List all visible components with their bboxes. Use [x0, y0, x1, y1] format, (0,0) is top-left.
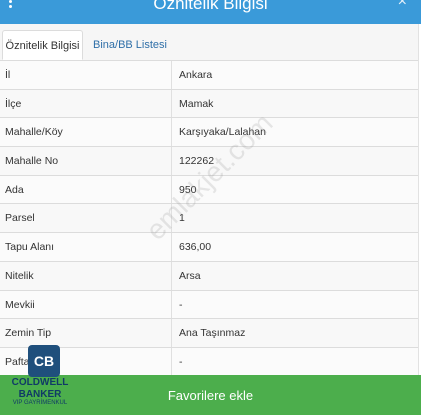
tab-building-list[interactable]: Bina/BB Listesi — [93, 30, 167, 60]
table-row: Mevkii - — [0, 290, 418, 320]
row-value: 636,00 — [179, 241, 212, 254]
tab-attribute-info[interactable]: Öznitelik Bilgisi — [2, 30, 83, 60]
table-row: Zemin Tip Ana Taşınmaz — [0, 319, 418, 348]
close-icon[interactable]: × — [398, 0, 407, 10]
table-row: Mahalle No 122262 — [0, 147, 418, 176]
row-value: 1 — [179, 212, 185, 225]
row-key: Zemin Tip — [5, 327, 52, 340]
table-row: Nitelik Arsa — [0, 261, 418, 291]
row-value: - — [179, 298, 183, 311]
row-key: Nitelik — [5, 269, 34, 282]
table-row: İl Ankara — [0, 61, 418, 90]
page-title: Öznitelik Bilgisi — [153, 0, 268, 13]
row-key: İl — [5, 69, 11, 81]
table-row: Parsel 1 — [0, 204, 418, 234]
top-header: Öznitelik Bilgisi × — [0, 0, 421, 24]
row-key: Parsel — [5, 212, 35, 225]
table-row: Mahalle/Köy Karşıyaka/Lalahan — [0, 118, 418, 148]
row-key: Ada — [5, 183, 24, 196]
row-key: Mahalle/Köy — [5, 126, 63, 139]
logo-badge: CB — [28, 345, 60, 377]
row-value: Ana Taşınmaz — [179, 327, 246, 340]
row-value: Karşıyaka/Lalahan — [179, 126, 266, 139]
brand-logo: CB COLDWELL BANKER VIP GAYRİMENKUL — [4, 345, 76, 407]
attribute-table: İl Ankara İlçe Mamak Mahalle/Köy Karşıyaka/… — [0, 61, 418, 377]
attribute-panel: Öznitelik Bilgisi Bina/BB Listesi İl Anka… — [0, 24, 419, 384]
row-key: Mahalle No — [5, 155, 59, 168]
row-value: 950 — [179, 183, 197, 196]
row-value: 122262 — [179, 155, 215, 168]
table-row: İlçe Mamak — [0, 89, 418, 119]
logo-line1: COLDWELL — [11, 377, 69, 388]
row-key: Tapu Alanı — [5, 241, 55, 254]
row-value: Arsa — [179, 269, 201, 282]
tab-bar: Öznitelik Bilgisi Bina/BB Listesi — [0, 24, 418, 61]
table-row: Ada 950 — [0, 175, 418, 205]
row-key: Mevkii — [5, 298, 35, 311]
logo-line3: VIP GAYRİMENKUL — [12, 400, 68, 406]
table-row: Tapu Alanı 636,00 — [0, 233, 418, 262]
row-value: - — [179, 355, 183, 368]
row-value: Mamak — [179, 97, 214, 110]
row-key: İlçe — [5, 97, 22, 110]
row-value: Ankara — [179, 69, 213, 81]
logo-line2: BANKER — [18, 389, 62, 400]
